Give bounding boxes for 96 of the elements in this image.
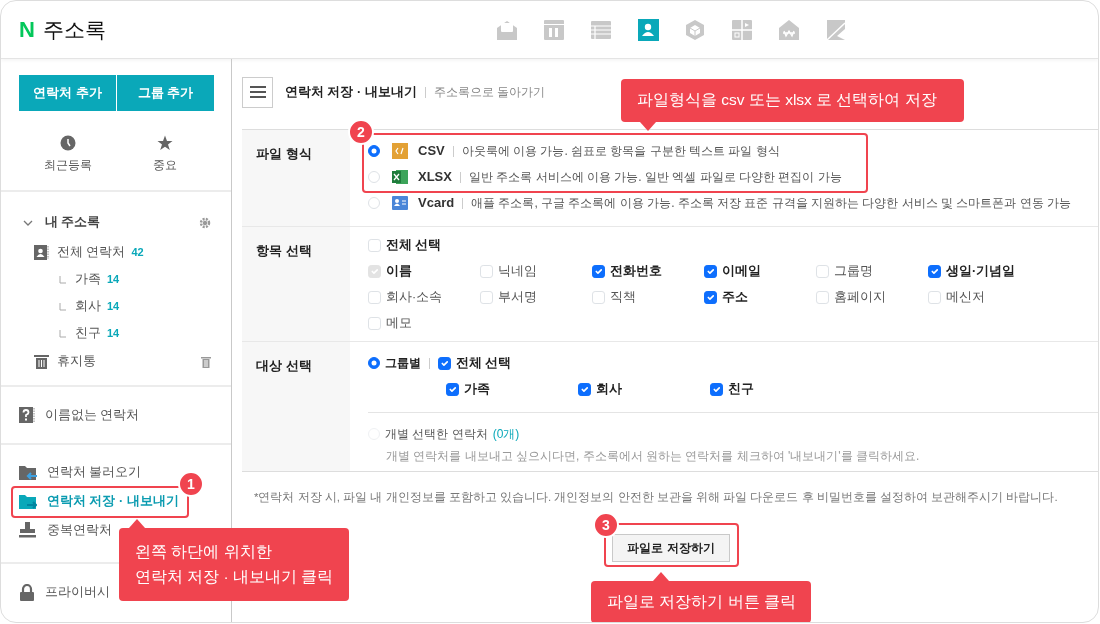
checkbox[interactable] [438,356,451,370]
table-icon[interactable] [589,18,612,41]
row-label: 대상 선택 [242,342,350,471]
folder-export-icon [19,493,37,510]
field-label[interactable]: 메모 [386,313,412,333]
checkbox[interactable] [928,264,941,278]
count-label: 42 [131,245,144,261]
folder-import-icon [19,464,37,481]
question-card-icon [19,407,35,423]
row-label: 파일 형식 [242,130,350,226]
checkbox[interactable] [592,264,605,278]
checkbox[interactable] [446,382,459,396]
flag-icon[interactable] [824,18,847,41]
checkbox[interactable] [578,382,591,396]
format-description: 일반 주소록 서비스에 이용 가능. 일반 엑셀 파일로 다양한 편집이 가능 [468,169,842,186]
count-label: 14 [107,272,120,288]
field-label[interactable]: 그룹명 [834,261,873,281]
callout-pointer [653,572,669,581]
contact-card-icon [392,195,408,211]
field-label[interactable]: 직책 [610,287,636,307]
clock-icon[interactable] [59,135,76,151]
star-icon[interactable] [156,135,173,151]
menu-link[interactable]: 중복연락처 [47,521,112,540]
grid-icon[interactable] [730,18,753,41]
house-icon[interactable] [777,18,800,41]
menu-link[interactable]: 연락처 불러오기 [47,463,142,482]
page-title: 연락처 저장 · 내보내기 [285,83,417,101]
field-label[interactable]: 메신저 [946,287,985,307]
menu-button[interactable] [242,76,273,108]
logo: N [19,16,35,44]
format-name[interactable]: CSV [418,141,445,161]
field-label[interactable]: 이메일 [722,261,761,281]
menu-link[interactable]: 프라이버시 [45,582,110,602]
tree-branch-icon [59,275,67,284]
stamp-icon [19,522,37,539]
callout-text: 파일로 저장하기 버튼 클릭 [591,581,811,622]
checkbox[interactable] [710,382,723,396]
count-label: 14 [107,299,120,315]
field-label[interactable]: 회사·소속 [386,287,443,307]
format-description: 아웃룩에 이용 가능. 쉼표로 항목을 구분한 텍스트 파일 형식 [461,143,780,160]
menu-icon [249,86,266,98]
notice-text: *연락처 저장 시, 파일 내 개인정보를 포함하고 있습니다. 개인정보의 안전한 보관을 위해 파일 다운로드 후 비밀번호를 설정하여 보관해주시기 바랍니다. [254,490,1059,505]
trash-icon[interactable] [201,355,211,368]
field-label[interactable]: 주소 [722,287,748,307]
contact-card-icon [34,245,49,260]
callout-text: 왼쪽 하단에 위치한 연락처 저장 · 내보내기 클릭 [119,528,349,601]
save-button[interactable]: 파일로 저장하기 [612,534,730,563]
code-file-icon [392,143,408,159]
row-label: 항목 선택 [242,227,350,341]
field-label[interactable]: 전화번호 [610,261,662,281]
option-label[interactable]: 그룹별 [385,354,421,372]
radio-button[interactable] [368,145,380,157]
count-label: (0개) [492,426,520,443]
checkbox[interactable] [704,290,717,304]
radio-button[interactable] [368,357,380,369]
tree-branch-icon [59,329,67,338]
calendar-icon[interactable] [542,18,565,41]
field-label[interactable]: 생일·기념일 [946,261,1016,281]
group-label[interactable]: 가족 [464,379,490,399]
step-number: 3 [593,512,619,538]
field-label[interactable]: 홈페이지 [834,287,886,307]
step-number: 1 [178,471,204,497]
folder-label[interactable]: 휴지통 [57,352,96,371]
callout-pointer [129,519,145,528]
shortcut-label[interactable]: 중요 [152,157,177,175]
group-label[interactable]: 회사 [596,379,622,399]
format-name[interactable]: XLSX [418,167,452,187]
back-link[interactable]: 주소록으로 돌아가기 [433,83,545,101]
field-label[interactable]: 부서명 [498,287,537,307]
format-name[interactable]: Vcard [418,193,455,213]
tree-branch-icon [59,302,67,311]
app-title: 주소록 [42,16,106,43]
format-description: 애플 주소록, 구글 주소록에 이용 가능. 주소록 저장 표준 규격을 지원하는 다양한 서비스 및 스마트폰과 연동 가능 [471,195,1072,212]
group-label[interactable]: 회사 [75,297,101,316]
group-label[interactable]: 친구 [728,379,754,399]
checkbox[interactable] [704,264,717,278]
trash-icon [34,354,49,369]
section-title[interactable]: 내 주소록 [45,213,101,232]
cube-icon[interactable] [683,18,706,41]
count-label: 14 [107,326,120,342]
select-all-label[interactable]: 전체 선택 [386,235,442,255]
select-all-label[interactable]: 전체 선택 [456,353,512,373]
padlock-icon [19,583,35,601]
group-label[interactable]: 가족 [75,270,101,289]
group-label[interactable]: 친구 [75,324,101,343]
callout-text: 파일형식을 csv 또는 xlsx 로 선택하여 저장 [621,79,964,122]
callout-pointer [640,122,656,131]
contact-book-icon[interactable] [636,18,659,41]
step-number: 2 [348,119,374,145]
menu-link[interactable]: 이름없는 연락처 [45,405,140,425]
field-label[interactable]: 닉네임 [498,261,537,281]
hint-text: 개별 연락처를 내보내고 싶으시다면, 주소록에서 원하는 연락처를 체크하여 '내보내기'를 클릭하세요. [386,448,921,465]
gear-icon[interactable] [199,216,211,229]
folder-label[interactable]: 전체 연락처 [57,243,126,262]
spreadsheet-icon [392,169,408,185]
shortcut-label[interactable]: 최근등록 [43,157,92,175]
